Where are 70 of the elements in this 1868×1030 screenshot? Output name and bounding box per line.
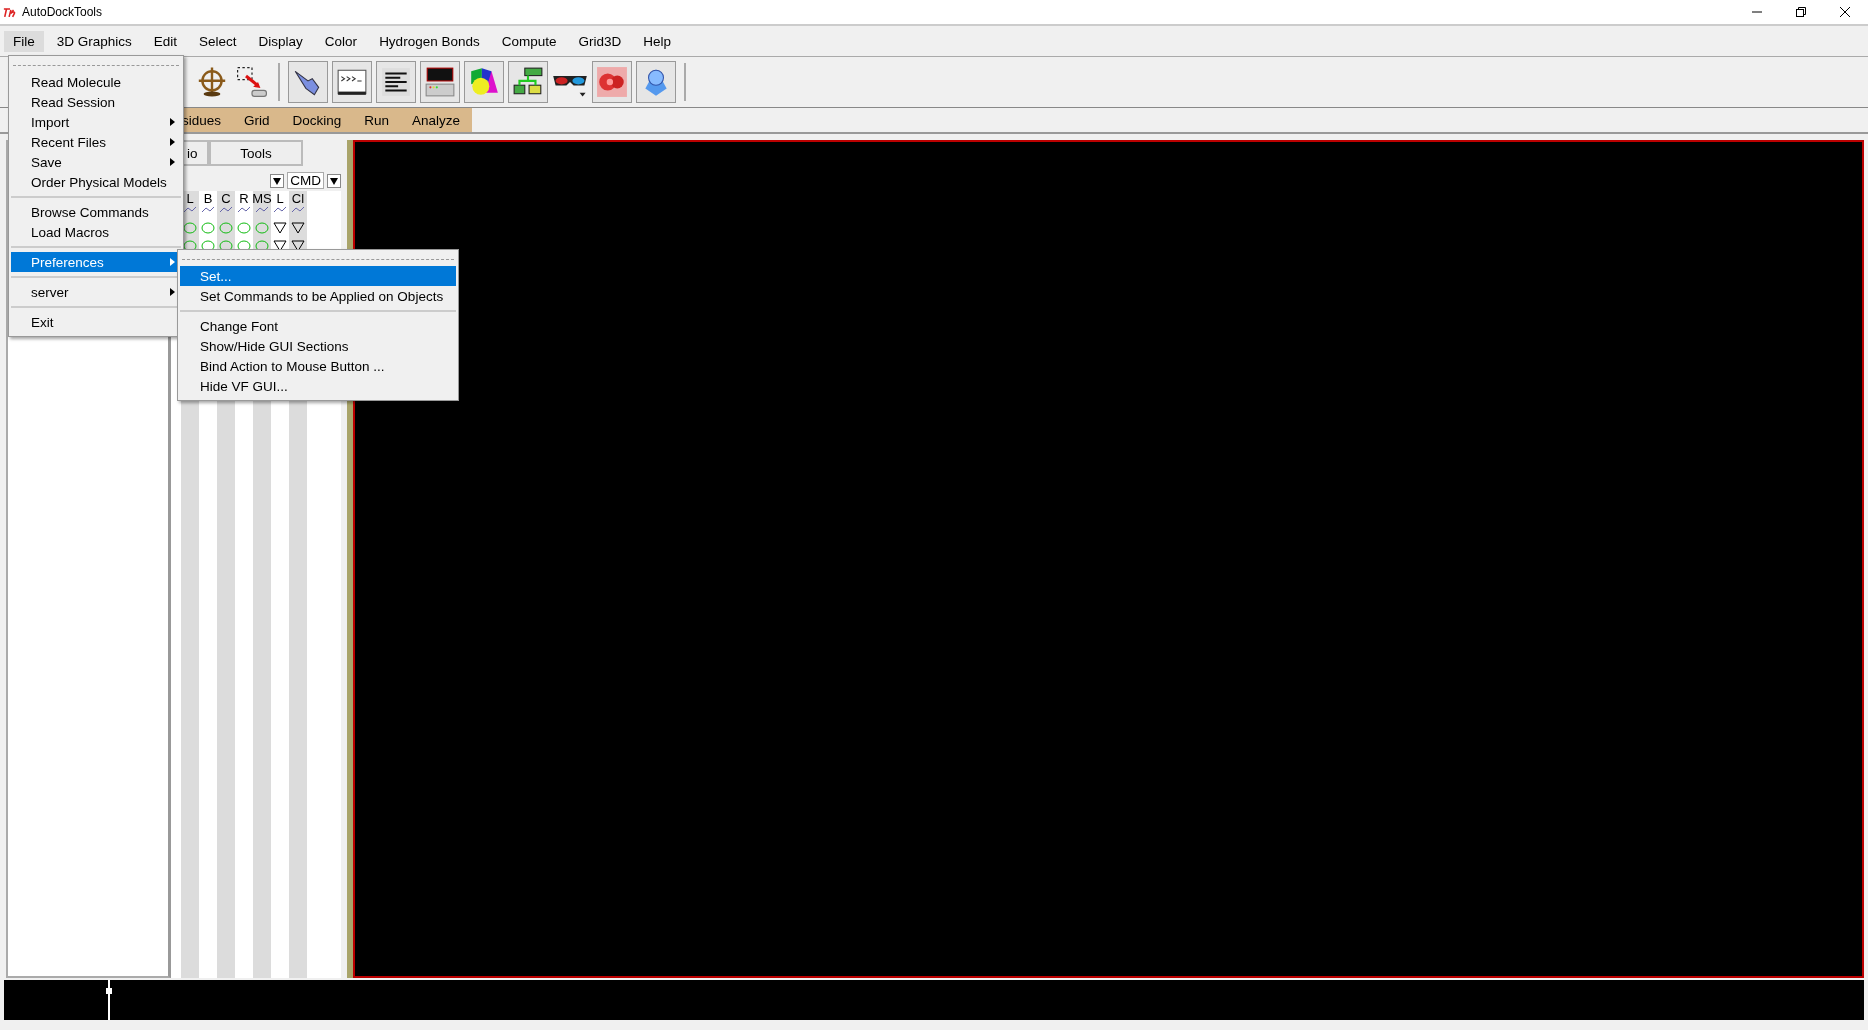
toggle-circle-icon[interactable] xyxy=(183,240,197,252)
module-tab[interactable]: Grid xyxy=(244,112,270,128)
column-symbol-icon xyxy=(237,206,251,214)
column-symbol-icon xyxy=(291,206,305,214)
module-tab[interactable]: Analyze xyxy=(412,112,461,128)
menu-item[interactable]: Hydrogen Bonds xyxy=(370,30,489,52)
column-symbol-icon xyxy=(219,206,233,214)
menu-item[interactable]: 3D Graphics xyxy=(47,30,141,52)
column-header: L xyxy=(186,191,194,206)
console-icon[interactable] xyxy=(332,61,372,103)
column-header: MS xyxy=(252,191,272,206)
menu-entry[interactable]: Set... xyxy=(180,266,456,286)
panel-tab[interactable]: Tools xyxy=(209,140,303,166)
menu-entry[interactable]: Bind Action to Mouse Button ... xyxy=(180,356,456,376)
restore-icon[interactable] xyxy=(1796,7,1806,17)
close-icon[interactable] xyxy=(1840,7,1850,17)
menu-item[interactable]: Compute xyxy=(492,30,566,52)
toggle-circle-icon[interactable] xyxy=(201,240,215,252)
shapes-icon[interactable] xyxy=(464,61,504,103)
selection-arrow-icon[interactable] xyxy=(234,64,270,100)
toggle-circle-icon[interactable] xyxy=(237,240,251,252)
menu-entry[interactable]: Set Commands to be Applied on Objects xyxy=(180,286,456,306)
cursor-marker-icon xyxy=(106,980,112,1020)
menu-item[interactable]: Select xyxy=(190,30,246,52)
window-panel-icon[interactable] xyxy=(420,61,460,103)
toggle-circle-icon[interactable] xyxy=(255,240,269,252)
menu-item[interactable]: Help xyxy=(634,30,680,52)
menu-item[interactable]: Color xyxy=(315,30,367,52)
column-header: L xyxy=(276,191,284,206)
menu-entry[interactable]: Browse Commands xyxy=(11,202,181,222)
menu-entry[interactable]: Import xyxy=(11,112,181,132)
menu-entry[interactable]: Read Molecule xyxy=(11,72,181,92)
column-header: Cl xyxy=(291,191,305,206)
toggle-circle-icon[interactable] xyxy=(237,222,251,234)
molecule-surface-icon[interactable] xyxy=(592,61,632,103)
command-selector[interactable]: CMD xyxy=(287,172,324,189)
menu-item[interactable]: Display xyxy=(249,30,312,52)
menu-item[interactable]: Edit xyxy=(144,30,187,52)
menu-entry[interactable]: Change Font xyxy=(180,316,456,336)
menu-entry[interactable]: Order Physical Models xyxy=(11,172,181,192)
text-lines-icon[interactable] xyxy=(376,61,416,103)
menu-entry[interactable]: Read Session xyxy=(11,92,181,112)
triangle-menu-icon[interactable] xyxy=(291,222,305,234)
triangle-menu-icon[interactable] xyxy=(273,240,287,252)
menu-entry[interactable]: Show/Hide GUI Sections xyxy=(180,336,456,356)
menu-entry[interactable]: Exit xyxy=(11,312,181,332)
triangle-menu-icon[interactable] xyxy=(273,222,287,234)
module-tab[interactable]: sidues xyxy=(182,112,222,128)
toggle-circle-icon[interactable] xyxy=(219,222,233,234)
toggle-circle-icon[interactable] xyxy=(255,222,269,234)
toggle-circle-icon[interactable] xyxy=(219,240,233,252)
column-symbol-icon xyxy=(255,206,269,214)
window-title: AutoDockTools xyxy=(22,5,103,19)
toggle-circle-icon[interactable] xyxy=(201,222,215,234)
column-header: C xyxy=(221,191,231,206)
menu-entry[interactable]: Hide VF GUI... xyxy=(180,376,456,396)
menu-item[interactable]: Grid3D xyxy=(569,30,631,52)
column-symbol-icon xyxy=(201,206,215,214)
column-symbol-icon xyxy=(273,206,287,214)
module-tab[interactable]: Docking xyxy=(292,112,342,128)
app-logo-icon xyxy=(3,6,17,18)
menu-item[interactable]: File xyxy=(4,30,44,52)
menu-entry[interactable]: Load Macros xyxy=(11,222,181,242)
triangle-menu-icon[interactable] xyxy=(291,240,305,252)
tree-diagram-icon[interactable] xyxy=(508,61,548,103)
column-header: B xyxy=(203,191,213,206)
column-header: R xyxy=(239,191,249,206)
toggle-circle-icon[interactable] xyxy=(183,222,197,234)
module-tab[interactable]: Run xyxy=(364,112,390,128)
menu-entry[interactable]: server xyxy=(11,282,181,302)
